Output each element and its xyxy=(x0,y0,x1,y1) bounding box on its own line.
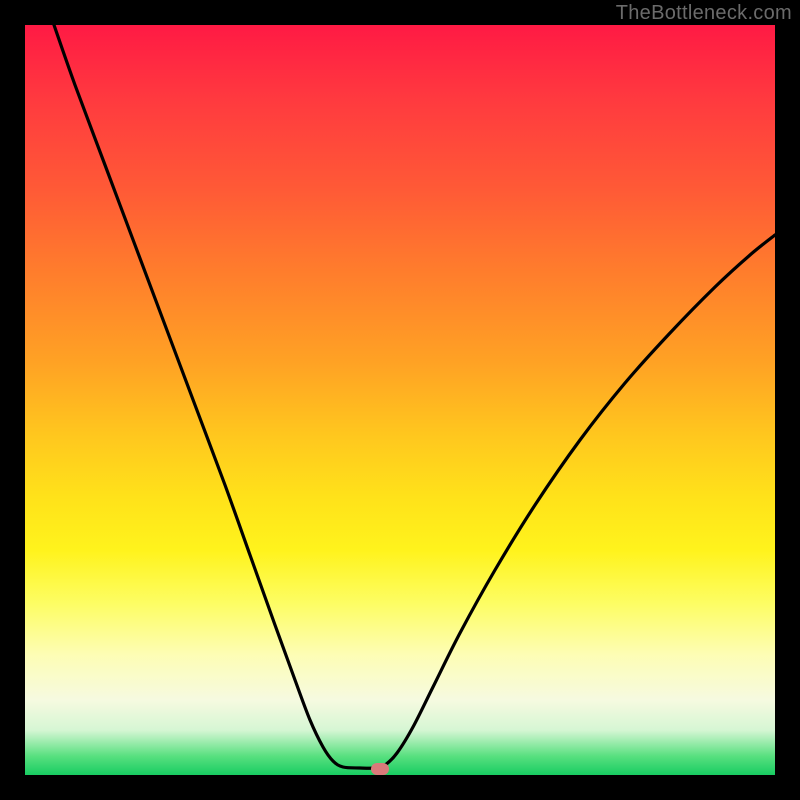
bottleneck-curve xyxy=(25,25,775,775)
watermark-label: TheBottleneck.com xyxy=(616,2,792,25)
chart-frame: TheBottleneck.com xyxy=(0,0,800,800)
bottleneck-marker xyxy=(371,763,389,775)
plot-area xyxy=(25,25,775,775)
